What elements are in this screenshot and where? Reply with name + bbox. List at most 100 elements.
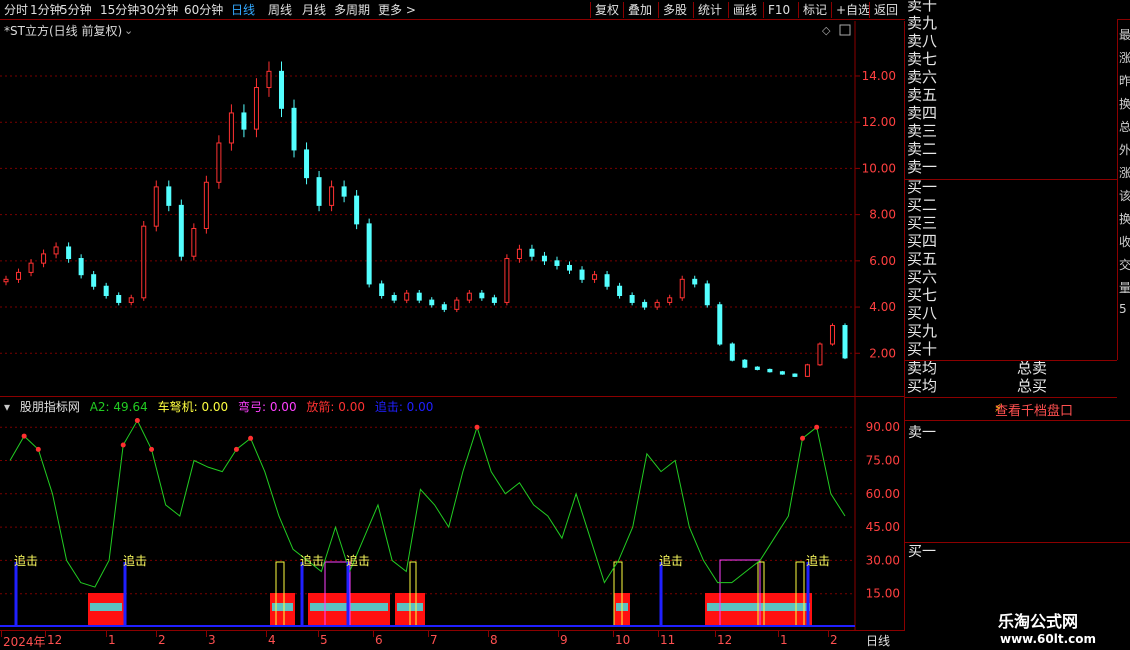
collapse-icon[interactable]: ▾	[4, 400, 10, 414]
period-tab-5[interactable]: 60分钟	[184, 2, 223, 18]
period-tab-1[interactable]: 1分钟	[30, 2, 62, 18]
date-tick: 9	[560, 633, 568, 647]
toolbar-button-4[interactable]: 画线	[733, 2, 757, 18]
buy-average-label: 买均	[907, 377, 938, 395]
date-separator	[778, 631, 779, 637]
price-chart[interactable]: 14.00 12.00 10.00 8.00 6.00 4.00 2.00 ◇ ⌄	[0, 21, 905, 396]
candle	[41, 249, 47, 268]
price-tick-label: 14.00	[862, 69, 896, 83]
diamond-icon[interactable]: ◇	[822, 24, 831, 37]
date-tick: 2024年	[3, 635, 46, 649]
toolbar-separator	[831, 2, 832, 18]
candle	[567, 261, 573, 274]
candle	[441, 301, 447, 313]
watermark: 乐淘公式网 www.60lt.com	[978, 602, 1130, 650]
quote-info-glyph: 总	[1119, 120, 1130, 134]
candle	[479, 290, 485, 301]
indicator-tick-label: 75.00	[866, 454, 900, 468]
toolbar-button-8[interactable]: 返回	[874, 2, 898, 18]
date-separator	[266, 631, 267, 637]
toolbar-separator	[763, 2, 764, 18]
candle	[679, 275, 685, 301]
date-tick: 11	[660, 633, 676, 647]
candle	[153, 180, 159, 232]
period-label[interactable]: 日线	[866, 632, 890, 649]
peak-dot	[120, 442, 126, 448]
candle	[91, 270, 97, 290]
indicator-tick-label: 15.00	[866, 587, 900, 601]
maximize-icon[interactable]	[839, 24, 851, 36]
date-tick: 10	[615, 633, 631, 647]
candle	[266, 61, 272, 97]
dropdown-icon[interactable]: ⌄	[124, 24, 133, 37]
indicator-panel[interactable]: 90.00 75.00 60.00 45.00 30.00 15.00 追击 追击 追击 追击 追击…	[0, 397, 905, 630]
date-separator	[318, 631, 319, 637]
price-tick-label: 8.00	[869, 208, 896, 222]
toolbar-button-2[interactable]: 多股	[663, 2, 687, 18]
qiong-value: 弯弓: 0.00	[238, 400, 297, 414]
indicator-tick-label: 30.00	[866, 553, 900, 567]
indicator-chart[interactable]: 90.00 75.00 60.00 45.00 30.00 15.00 追击 追击 追击 追击 追击…	[0, 397, 905, 630]
toolbar-separator	[798, 2, 799, 18]
toolbar-button-0[interactable]: 复权	[595, 2, 619, 18]
toolbar-button-3[interactable]: 统计	[698, 2, 722, 18]
candle	[842, 323, 848, 360]
order-book-divider	[905, 360, 1117, 361]
period-tab-0[interactable]: 分时	[4, 2, 28, 18]
order-buy-level: 买六	[907, 268, 938, 286]
order-book: 卖十 卖九 卖八 卖七 卖六 卖五 卖四 卖三 卖二 卖一 买一 买二 买三 买四 买五 买六 买七 买八 买九 买十…	[905, 0, 1117, 397]
date-tick: 12	[47, 633, 63, 647]
date-tick: 6	[375, 633, 383, 647]
order-sell-level: 卖一	[907, 158, 938, 176]
peak-dot	[474, 424, 480, 430]
zhui-value: 追击: 0.00	[374, 400, 434, 414]
candle	[554, 256, 560, 270]
date-tick: 3	[208, 633, 216, 647]
candle	[291, 99, 297, 158]
period-tab-6[interactable]: 日线	[231, 2, 255, 18]
candle	[779, 370, 785, 375]
candle	[178, 199, 184, 261]
candle	[729, 342, 735, 362]
price-chart-panel[interactable]: *ST立方(日线 前复权) 14.00 12.00 10.00 8.00 6.00 4.0…	[0, 21, 905, 396]
date-separator	[828, 631, 829, 637]
candle	[767, 368, 773, 373]
indicator-tick-label: 45.00	[866, 520, 900, 534]
candle	[379, 280, 385, 299]
price-tick-label: 6.00	[869, 254, 896, 268]
period-tab-10[interactable]: 更多 >	[378, 2, 416, 18]
date-separator	[1, 631, 2, 637]
period-tab-7[interactable]: 周线	[268, 2, 292, 18]
toolbar-button-5[interactable]: F10	[768, 2, 790, 18]
toolbar-separator	[590, 2, 591, 18]
order-buy-level: 买八	[907, 304, 938, 322]
period-tab-8[interactable]: 月线	[302, 2, 326, 18]
toolbar-button-6[interactable]: 标记	[803, 2, 827, 18]
date-separator	[156, 631, 157, 637]
date-tick: 1	[108, 633, 116, 647]
quote-info-glyph: 5	[1119, 302, 1127, 316]
candle	[128, 294, 134, 306]
toolbar-button-1[interactable]: 叠加	[628, 2, 652, 18]
period-tab-3[interactable]: 15分钟	[100, 2, 139, 18]
toolbar-separator	[623, 2, 624, 18]
candle	[754, 366, 760, 371]
date-tick: 8	[490, 633, 498, 647]
period-tab-4[interactable]: 30分钟	[139, 2, 178, 18]
period-tab-9[interactable]: 多周期	[334, 2, 370, 18]
period-tab-2[interactable]: 5分钟	[60, 2, 92, 18]
quote-info-glyph: 量	[1119, 281, 1130, 295]
toolbar-button-7[interactable]: +自选	[836, 2, 870, 18]
date-tick: 2	[830, 633, 838, 647]
peak-dot	[800, 435, 806, 441]
candle	[354, 190, 360, 230]
date-tick: 2	[158, 633, 166, 647]
order-buy-level: 买三	[907, 214, 938, 232]
candle	[191, 223, 197, 261]
price-tick-label: 10.00	[862, 161, 896, 175]
view-depth-link[interactable]: 查看千档盘口	[995, 400, 1073, 419]
quote-info-glyph: 外	[1119, 143, 1130, 157]
date-tick: 5	[320, 633, 328, 647]
candle	[53, 242, 59, 259]
order-book-divider	[905, 397, 1117, 398]
